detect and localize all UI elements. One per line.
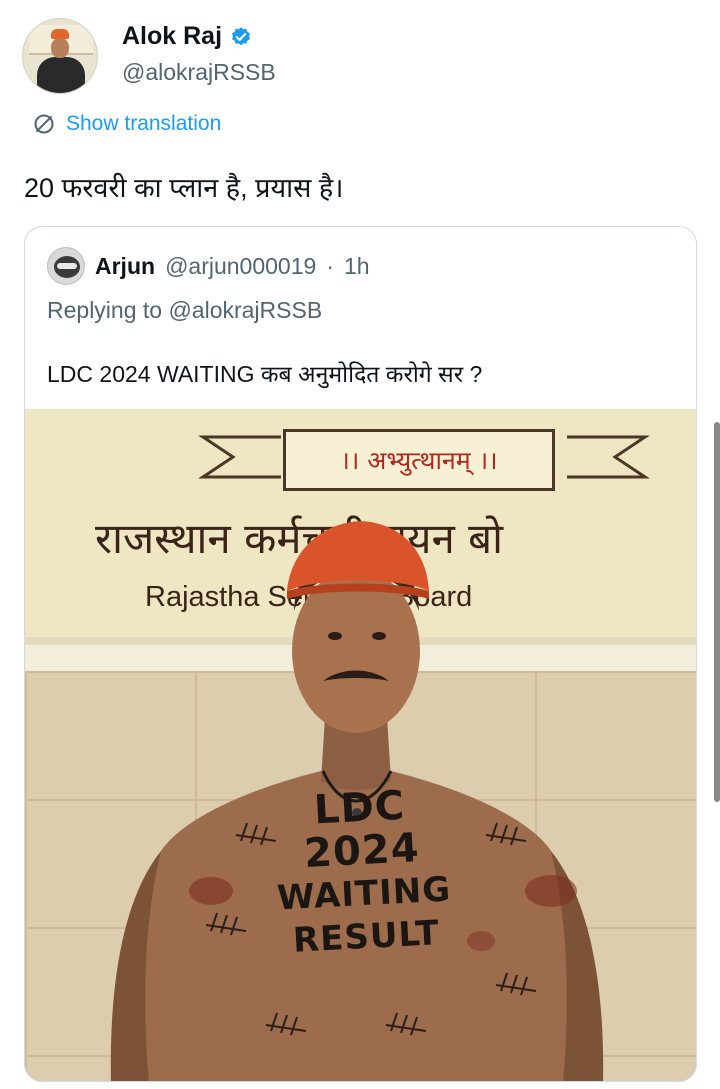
- quoted-tweet[interactable]: Arjun @arjun000019 · 1h Replying to @alo…: [24, 226, 697, 1082]
- quoted-timestamp[interactable]: 1h: [344, 253, 370, 280]
- avatar-body: [37, 57, 85, 93]
- tweet-text: 20 फरवरी का प्लान है, प्रयास है।: [24, 173, 344, 203]
- show-translation-label[interactable]: Show translation: [66, 112, 221, 136]
- quoted-tweet-image[interactable]: ।। अभ्युत्थानम् ।। राजस्थान कर्मचारी चयन…: [25, 409, 696, 1081]
- translate-icon: [34, 114, 54, 134]
- author-avatar[interactable]: [22, 18, 98, 94]
- replying-to: Replying to @alokrajRSSB: [47, 297, 323, 323]
- verified-badge-icon: [232, 26, 251, 45]
- quoted-tweet-header: Arjun @arjun000019 · 1h: [47, 247, 370, 285]
- quoted-avatar-visor: [57, 263, 77, 269]
- body-painted-text: LDC 2024 WAITING RESULT: [259, 782, 468, 964]
- quoted-author-name[interactable]: Arjun: [95, 253, 155, 280]
- quoted-tweet-text: LDC 2024 WAITING कब अनुमोदित करोगे सर ?: [47, 361, 483, 387]
- quoted-separator: ·: [326, 252, 334, 279]
- avatar-cap: [51, 29, 69, 39]
- tweet-header: Alok Raj @alokrajRSSB: [22, 18, 702, 98]
- man-figure-illustration: [110, 521, 604, 1081]
- author-handle[interactable]: @alokrajRSSB: [122, 59, 276, 86]
- quoted-author-handle[interactable]: @arjun000019: [165, 253, 316, 280]
- author-display-name[interactable]: Alok Raj: [122, 22, 276, 51]
- quoted-author-avatar[interactable]: [47, 247, 85, 285]
- avatar-face: [51, 38, 69, 58]
- show-translation-link[interactable]: Show translation: [32, 112, 221, 136]
- author-names: Alok Raj @alokrajRSSB: [122, 22, 276, 86]
- author-display-name-text[interactable]: Alok Raj: [122, 22, 222, 51]
- scrollbar-thumb[interactable]: [714, 422, 720, 802]
